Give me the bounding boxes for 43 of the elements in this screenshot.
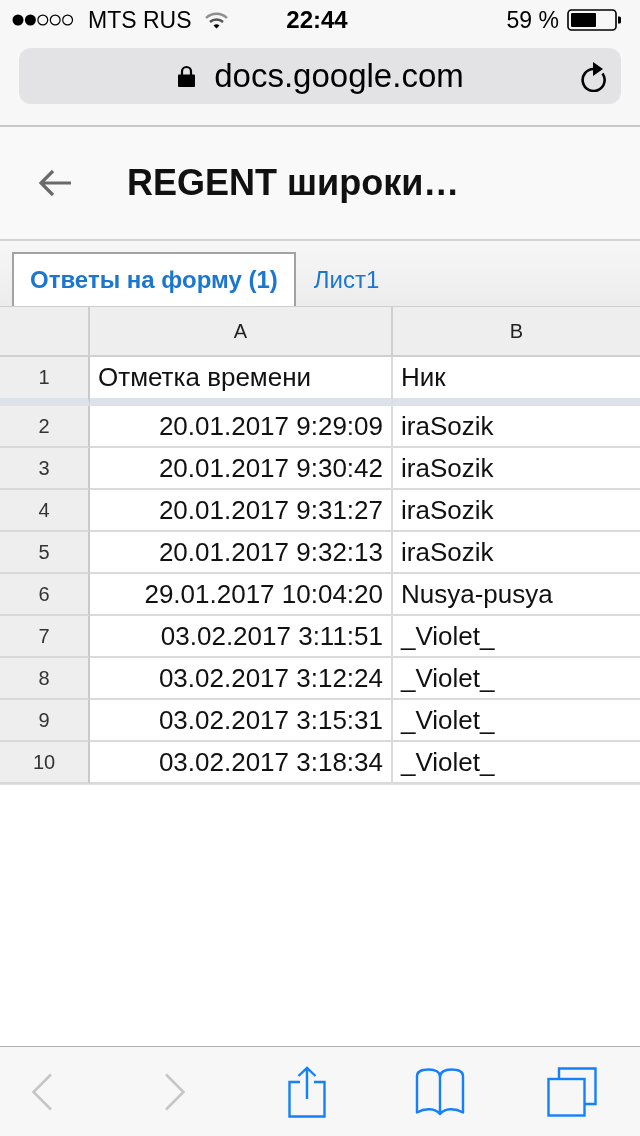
- battery-percent: 59 %: [506, 6, 559, 34]
- reload-button[interactable]: [580, 60, 607, 92]
- reload-icon: [580, 60, 607, 92]
- battery-icon: [567, 9, 622, 31]
- overlapping-squares-icon: [547, 1066, 597, 1117]
- row-number: 10: [0, 742, 90, 784]
- row-number: 5: [0, 532, 90, 574]
- row-number: 2: [0, 406, 90, 448]
- table-cell: 03.02.2017 3:11:51: [90, 616, 393, 658]
- address-bar[interactable]: docs.google.com: [19, 48, 621, 104]
- row-number: 7: [0, 616, 90, 658]
- row-number: 9: [0, 700, 90, 742]
- url-text: docs.google.com: [214, 57, 464, 95]
- chevron-right-icon: [163, 1072, 186, 1111]
- column-header: B: [393, 307, 640, 357]
- arrow-left-icon: [38, 169, 72, 197]
- table-cell: 20.01.2017 9:30:42: [90, 448, 393, 490]
- table-cell: Отметка времени: [90, 357, 393, 406]
- chevron-left-icon: [31, 1072, 53, 1111]
- sheet-tab[interactable]: Лист1: [295, 252, 398, 306]
- wifi-icon: [204, 11, 228, 29]
- row-number: 3: [0, 448, 90, 490]
- clock-time: 22:44: [286, 6, 348, 34]
- table-cell: 03.02.2017 3:15:31: [90, 700, 393, 742]
- table-cell: 20.01.2017 9:32:13: [90, 532, 393, 574]
- row-number: 1: [0, 357, 90, 406]
- table-cell: 03.02.2017 3:12:24: [90, 658, 393, 700]
- document-title: REGENT широки…: [127, 162, 460, 204]
- share-icon: [288, 1065, 326, 1118]
- table-cell: 20.01.2017 9:29:09: [90, 406, 393, 448]
- lock-icon: [178, 65, 196, 87]
- table-cell: 03.02.2017 3:18:34: [90, 742, 393, 784]
- table-cell: 29.01.2017 10:04:20: [90, 574, 393, 616]
- row-number: 8: [0, 658, 90, 700]
- row-number: 6: [0, 574, 90, 616]
- carrier-name: MTS RUS: [88, 6, 192, 34]
- sheet-tab[interactable]: Ответы на форму (1): [12, 252, 296, 306]
- row-number: 4: [0, 490, 90, 532]
- table-cell: 20.01.2017 9:31:27: [90, 490, 393, 532]
- open-book-icon: [414, 1067, 465, 1116]
- back-button[interactable]: [38, 169, 72, 197]
- column-header: A: [90, 307, 393, 357]
- signal-icon: [12, 14, 74, 26]
